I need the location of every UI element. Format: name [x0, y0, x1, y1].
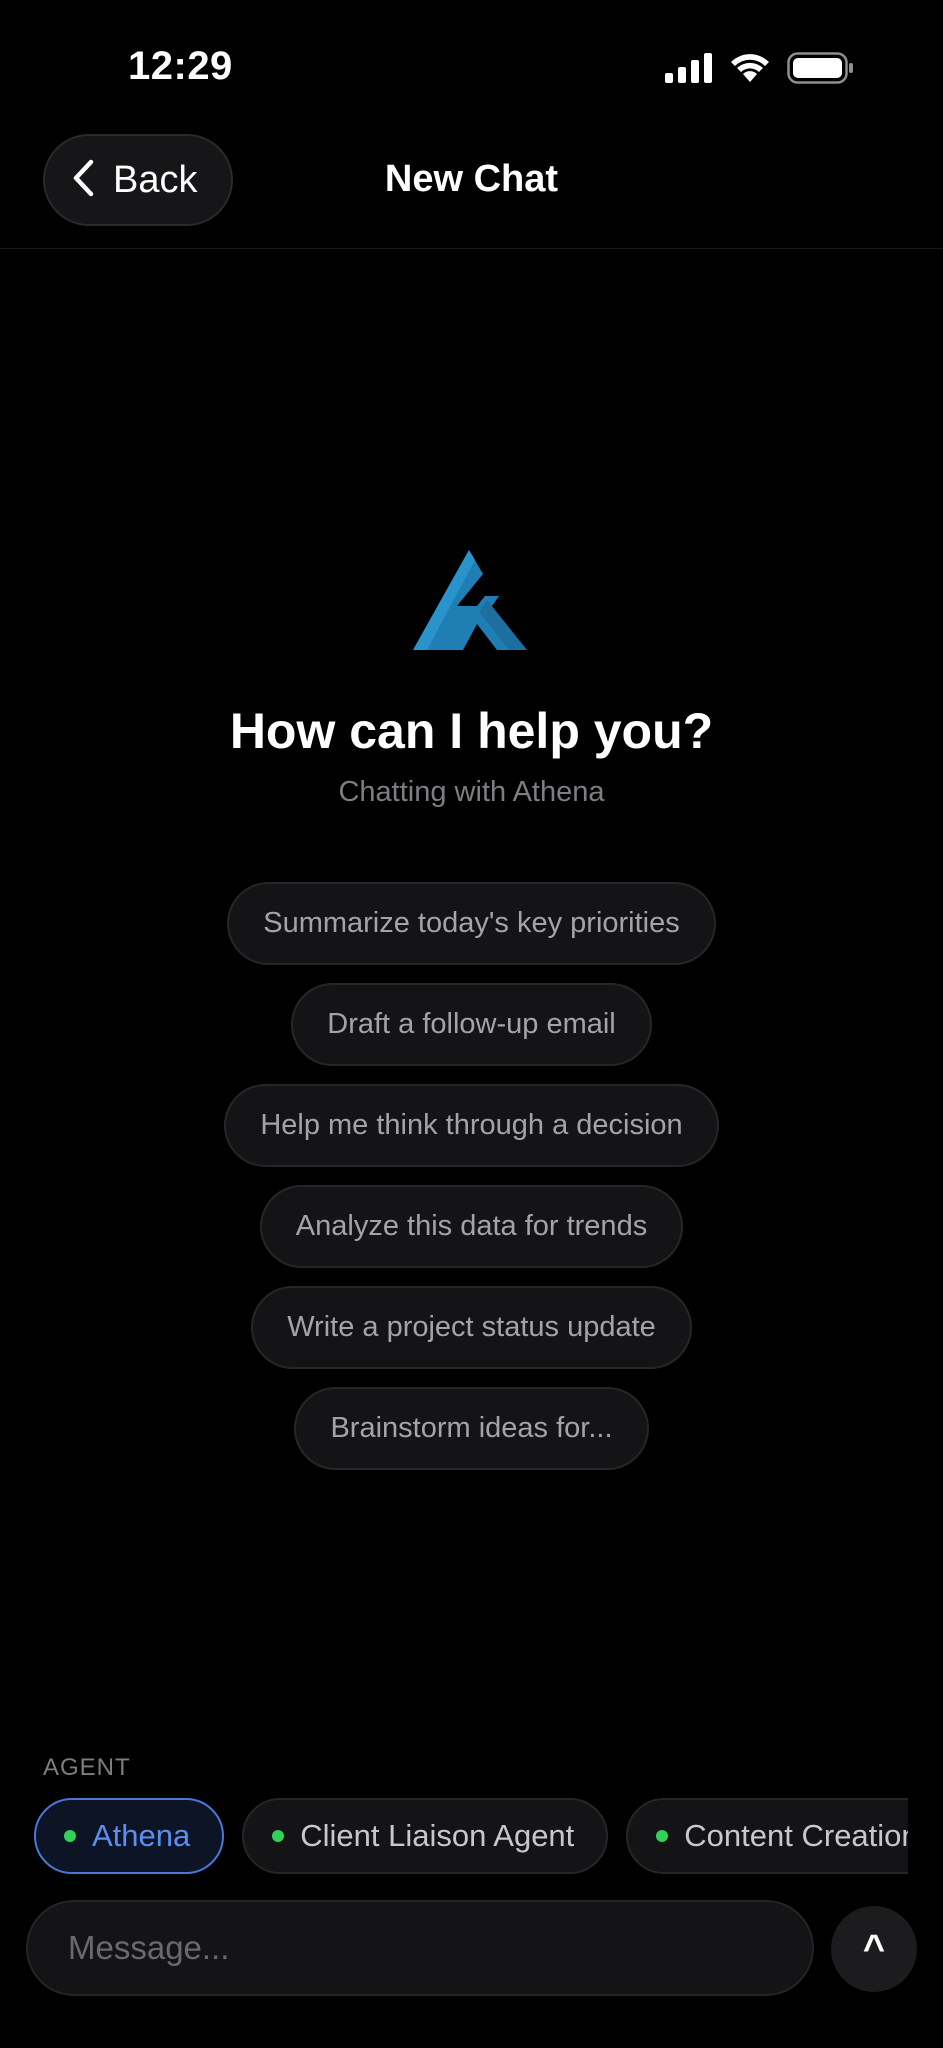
status-time: 12:29 — [128, 44, 233, 88]
online-status-dot — [272, 1830, 285, 1842]
send-button[interactable]: ^ — [831, 1906, 917, 1992]
hero-title: How can I help you? — [229, 703, 714, 759]
page-title: New Chat — [384, 158, 559, 200]
agent-chip-label: Client Liaison Agent — [300, 1818, 575, 1853]
cellular-signal-icon — [665, 53, 713, 88]
agent-chip-label: Content Creation Agent — [684, 1818, 908, 1853]
agent-selector[interactable]: Athena Client Liaison Agent Content Crea… — [34, 1798, 908, 1874]
hero-subtitle: Chatting with Athena — [338, 776, 605, 808]
wifi-icon — [729, 52, 771, 89]
suggestion-chip[interactable]: Write a project status update — [251, 1286, 692, 1369]
agent-chip-client-liaison[interactable]: Client Liaison Agent — [242, 1798, 609, 1874]
suggestion-chip[interactable]: Analyze this data for trends — [259, 1185, 684, 1268]
online-status-dot — [656, 1830, 669, 1842]
suggestion-chip[interactable]: Help me think through a decision — [224, 1084, 719, 1167]
agent-chip-label: Athena — [92, 1818, 191, 1853]
agent-chip-content-creation[interactable]: Content Creation Agent — [626, 1798, 908, 1874]
online-status-dot — [64, 1830, 76, 1842]
suggestion-list: Summarize today's key priorities Draft a… — [0, 882, 943, 1470]
athena-logo-icon — [413, 550, 527, 650]
agent-section-label: AGENT — [43, 1754, 131, 1781]
suggestion-chip[interactable]: Brainstorm ideas for... — [294, 1387, 649, 1470]
status-icons — [665, 52, 855, 89]
agent-chip-athena[interactable]: Athena — [34, 1798, 225, 1874]
send-icon: ^ — [862, 1927, 886, 1970]
suggestion-chip[interactable]: Draft a follow-up email — [291, 983, 652, 1066]
suggestion-chip[interactable]: Summarize today's key priorities — [227, 882, 716, 965]
header: Back New Chat — [0, 132, 943, 249]
message-input[interactable] — [26, 1900, 814, 1996]
battery-icon — [787, 52, 855, 89]
status-bar: 12:29 — [0, 0, 943, 140]
